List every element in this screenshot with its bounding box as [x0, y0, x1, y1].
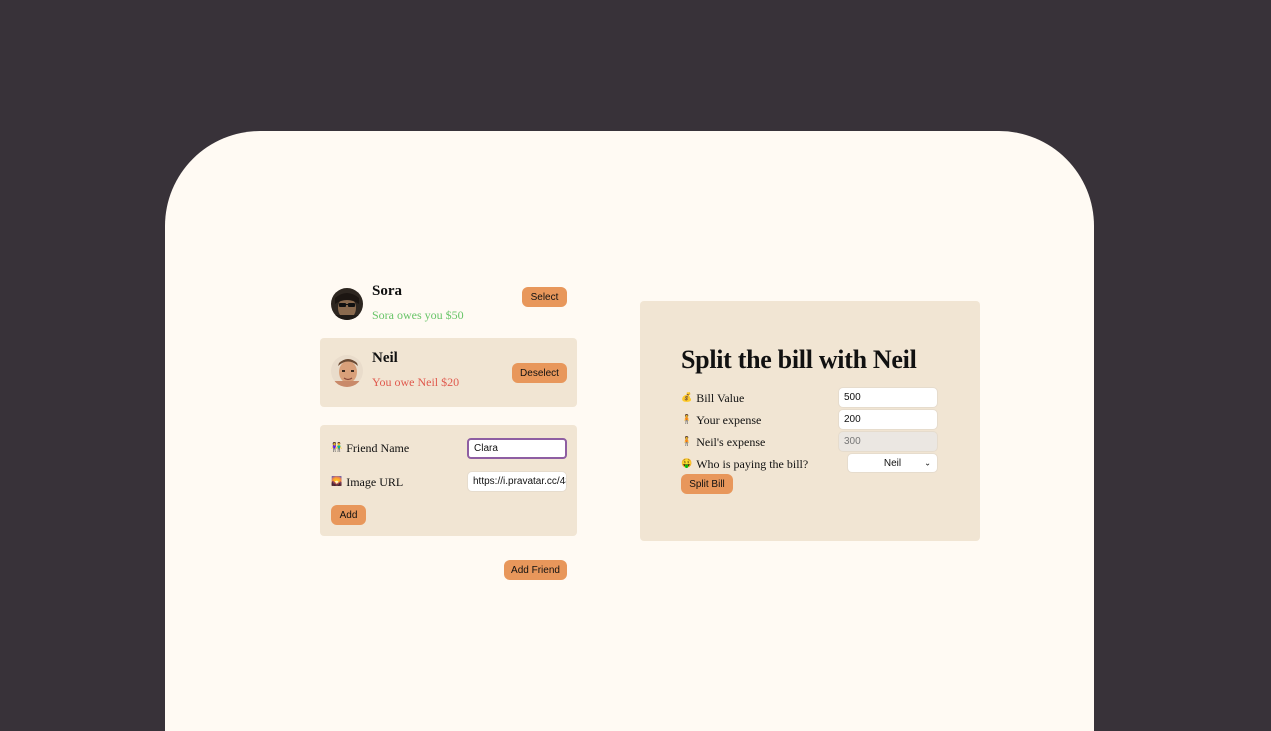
- bill-value-input[interactable]: 500: [838, 387, 938, 408]
- split-bill-form: Split the bill with Neil 💰 Bill Value 50…: [640, 301, 980, 541]
- payer-select-value: Neil: [883, 457, 902, 469]
- page-title: Split the bill with Neil: [681, 345, 917, 374]
- image-url-label-text: Image URL: [346, 474, 404, 489]
- payer-label-text: Who is paying the bill?: [696, 456, 809, 471]
- your-expense-label-text: Your expense: [696, 412, 762, 427]
- friend-expense-input: 300: [838, 431, 938, 452]
- people-icon: 👫: [331, 443, 343, 453]
- money-bag-icon: 💰: [681, 393, 693, 403]
- add-friend-button[interactable]: Add Friend: [504, 560, 567, 580]
- friend-expense-label-text: Neil's expense: [696, 434, 766, 449]
- friend-name-label: 👫 Friend Name: [331, 439, 409, 457]
- image-url-input[interactable]: https://i.pravatar.cc/48: [467, 471, 567, 492]
- picture-icon: 🌄: [331, 477, 343, 487]
- your-expense-input[interactable]: 200: [838, 409, 938, 430]
- avatar: [331, 355, 363, 387]
- select-button[interactable]: Select: [522, 287, 567, 307]
- payer-select[interactable]: Neil ⌄: [847, 453, 938, 473]
- friend-expense-label: 🧍 Neil's expense: [681, 433, 765, 451]
- person-icon: 🧍: [681, 437, 693, 447]
- add-button[interactable]: Add: [331, 505, 366, 525]
- chevron-down-icon: ⌄: [924, 458, 931, 468]
- friend-item-sora: Sora Sora owes you $50 Select: [320, 271, 577, 340]
- split-bill-button[interactable]: Split Bill: [681, 474, 733, 494]
- bill-value-label: 💰 Bill Value: [681, 389, 744, 407]
- grinning-face-icon: 🤑: [681, 459, 693, 469]
- image-url-label: 🌄 Image URL: [331, 473, 403, 491]
- friend-item-neil: Neil You owe Neil $20 Deselect: [320, 338, 577, 407]
- deselect-button[interactable]: Deselect: [512, 363, 567, 383]
- friend-balance: You owe Neil $20: [372, 375, 460, 389]
- friend-name: Neil: [372, 350, 398, 366]
- friend-name-label-text: Friend Name: [346, 440, 410, 455]
- person-icon: 🧍: [681, 415, 693, 425]
- avatar: [331, 288, 363, 320]
- your-expense-label: 🧍 Your expense: [681, 411, 761, 429]
- bill-value-label-text: Bill Value: [696, 390, 745, 405]
- add-friend-form: 👫 Friend Name Clara 🌄 Image URL https://…: [320, 425, 577, 536]
- payer-label: 🤑 Who is paying the bill?: [681, 455, 808, 473]
- friend-name-input[interactable]: Clara: [467, 438, 567, 459]
- friend-balance: Sora owes you $50: [372, 308, 464, 322]
- friend-name: Sora: [372, 283, 402, 299]
- app-container: Sora Sora owes you $50 Select Neil You o…: [165, 131, 1094, 731]
